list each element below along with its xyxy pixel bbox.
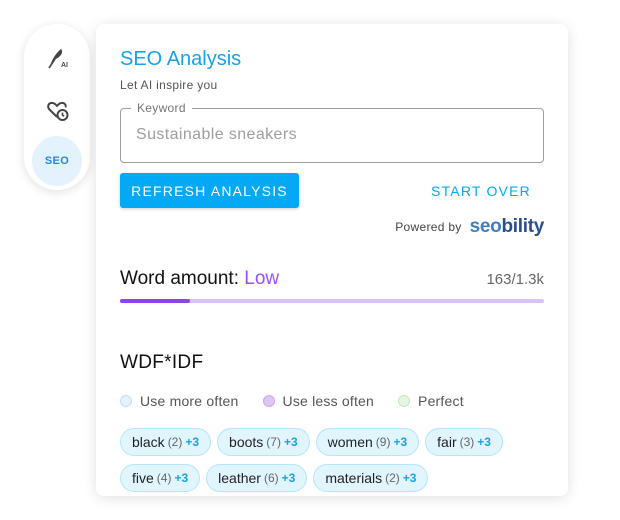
term-word: leather xyxy=(218,470,261,486)
powered-by: Powered by seobility xyxy=(395,216,544,238)
ai-badge: AI xyxy=(61,62,68,69)
panel-subtitle: Let AI inspire you xyxy=(120,78,218,92)
term-chip[interactable]: materials (2) +3 xyxy=(313,464,429,492)
word-amount-value: Low xyxy=(244,268,280,289)
legend-use-less: Use less often xyxy=(262,393,375,409)
powered-by-text: Powered by xyxy=(395,220,462,234)
term-count: (6) xyxy=(263,471,279,485)
use-less-dot-icon xyxy=(262,395,275,407)
word-amount-progress-fill xyxy=(120,299,190,303)
wdf-legend: Use more often Use less often Perfect xyxy=(120,393,488,409)
term-count: (7) xyxy=(266,435,281,449)
keyword-field[interactable]: Keyword xyxy=(120,101,544,163)
term-word: women xyxy=(327,434,373,450)
word-amount-progress xyxy=(120,299,544,303)
term-chip[interactable]: fair (3) +3 xyxy=(425,428,503,456)
side-rail: AI SEO xyxy=(24,24,90,190)
term-word: materials xyxy=(325,470,383,486)
favorites-history-button[interactable] xyxy=(32,85,82,135)
term-count: (9) xyxy=(375,435,391,449)
term-delta: +3 xyxy=(393,435,408,449)
seo-panel: SEO Analysis Let AI inspire you Keyword … xyxy=(96,24,568,496)
term-word: black xyxy=(132,434,165,450)
brand-prefix: seo xyxy=(469,216,502,237)
term-delta: +3 xyxy=(402,471,417,485)
term-count: (3) xyxy=(459,435,475,449)
legend-perfect-label: Perfect xyxy=(418,393,464,409)
term-count: (4) xyxy=(156,471,172,485)
heart-clock-icon xyxy=(47,101,69,121)
legend-use-less-label: Use less often xyxy=(282,393,375,409)
legend-use-more: Use more often xyxy=(120,393,239,409)
term-chip[interactable]: leather (6) +3 xyxy=(206,464,308,492)
term-chip[interactable]: women (9) +3 xyxy=(315,428,420,456)
perfect-dot-icon xyxy=(398,395,411,407)
term-count: (2) xyxy=(385,471,400,485)
seo-tab-button[interactable]: SEO xyxy=(32,136,82,186)
word-amount-row: Word amount: Low 163/1.3k xyxy=(120,268,544,294)
ai-feather-icon: AI xyxy=(48,49,68,69)
keyword-input[interactable] xyxy=(136,126,526,144)
seo-tab-label: SEO xyxy=(44,155,70,167)
term-chips: black (2) +3 boots (7) +3 women (9) +3 f… xyxy=(120,428,550,492)
term-chip[interactable]: black (2) +3 xyxy=(120,428,212,456)
term-delta: +3 xyxy=(477,435,491,449)
term-chip[interactable]: boots (7) +3 xyxy=(217,428,310,456)
term-word: fair xyxy=(437,434,457,450)
ai-feather-button[interactable]: AI xyxy=(32,32,82,82)
brand-suffix: bility xyxy=(501,216,544,237)
term-delta: +3 xyxy=(281,471,296,485)
legend-use-more-label: Use more often xyxy=(140,393,239,409)
term-word: boots xyxy=(229,434,264,450)
panel-title: SEO Analysis xyxy=(120,48,242,70)
term-delta: +3 xyxy=(185,435,200,449)
start-over-button[interactable]: START OVER xyxy=(426,173,536,208)
legend-perfect: Perfect xyxy=(398,393,464,409)
app-root: AI SEO SEO Analysis Let AI inspire you K… xyxy=(0,0,620,520)
term-delta: +3 xyxy=(174,471,189,485)
use-more-dot-icon xyxy=(120,395,132,407)
word-amount-label: Word amount: xyxy=(120,268,239,289)
word-amount-heading: Word amount: Low xyxy=(120,268,279,290)
refresh-analysis-button[interactable]: REFRESH ANALYSIS xyxy=(120,173,299,208)
term-count: (2) xyxy=(167,435,183,449)
term-chip[interactable]: five (4) +3 xyxy=(120,464,201,492)
term-word: five xyxy=(132,470,154,486)
word-amount-count: 163/1.3k xyxy=(486,271,544,288)
wdf-idf-title: WDF*IDF xyxy=(120,352,204,373)
seobility-logo[interactable]: seobility xyxy=(469,216,545,238)
keyword-field-label: Keyword xyxy=(131,101,192,115)
term-delta: +3 xyxy=(283,435,298,449)
